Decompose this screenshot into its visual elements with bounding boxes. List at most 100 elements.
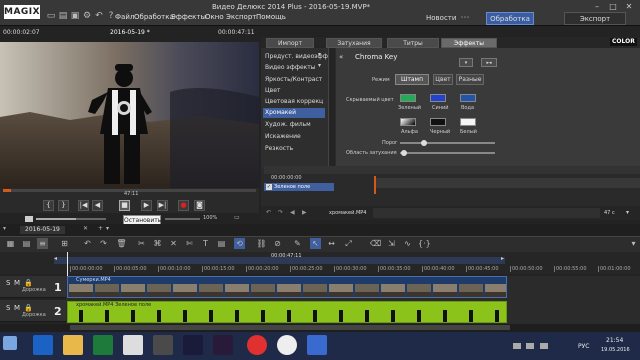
fx-item-film[interactable]: Худож. фильм — [265, 120, 311, 130]
edit-mode-button[interactable]: Обработка — [486, 12, 534, 25]
fx-list-scrollbar[interactable] — [329, 48, 335, 168]
paste-icon[interactable]: ⌘ — [152, 238, 163, 249]
split-icon[interactable]: ✄ — [184, 238, 195, 249]
mini-track-area[interactable] — [374, 178, 640, 188]
markers-icon[interactable]: ▤ — [216, 238, 227, 249]
lock-icon[interactable]: 🔒 — [24, 304, 33, 312]
go-end-button[interactable]: ▶| — [157, 200, 168, 211]
mode-color-button[interactable]: Цвет — [433, 74, 453, 85]
clip-next-icon[interactable]: ▶ — [302, 210, 307, 216]
fullscreen-button[interactable]: ◙ — [194, 200, 205, 211]
chevron-down-icon[interactable]: ▾ — [106, 226, 109, 232]
fx-item-color-correction[interactable]: Цветовая коррекц — [265, 97, 323, 107]
mark-out-button[interactable]: } — [58, 200, 69, 211]
volume-tray-icon[interactable] — [540, 343, 548, 349]
export-mode-button[interactable]: Экспорт — [564, 12, 626, 25]
water-swatch[interactable] — [460, 94, 476, 102]
menu-effects[interactable]: Эффекты — [171, 13, 206, 21]
mode-stamp-button[interactable]: Штамп — [395, 74, 429, 85]
close-tab-icon[interactable]: ✕ — [83, 226, 88, 232]
folder-icon[interactable] — [63, 335, 83, 355]
black-swatch[interactable] — [430, 118, 446, 126]
waveform-icon[interactable]: ∿ — [402, 238, 413, 249]
tabs-menu-icon[interactable]: ▾ — [3, 226, 6, 232]
zoom-slider[interactable] — [165, 218, 200, 220]
save-icon[interactable]: ▣ — [70, 11, 80, 21]
brackets-icon[interactable]: {·} — [418, 238, 431, 249]
undo-icon[interactable]: ↶ — [94, 11, 104, 21]
tab-transitions[interactable]: Затухания — [326, 38, 382, 48]
clip-2[interactable]: хромакей.MP4 Зеленое поле — [67, 301, 507, 323]
pen-icon[interactable]: ✎ — [292, 238, 303, 249]
tab-titles[interactable]: Титры — [387, 38, 439, 48]
video-preview[interactable] — [0, 42, 259, 188]
magix-taskbar-icon[interactable] — [307, 335, 327, 355]
fx-video-header[interactable]: Видео эффекты — [265, 63, 316, 73]
redo-arrow-icon[interactable]: ↷ — [278, 210, 283, 216]
tab-effects[interactable]: Эффекты — [441, 38, 497, 48]
threshold-slider[interactable] — [400, 142, 495, 144]
excel-icon[interactable] — [93, 335, 113, 355]
maximize-button[interactable]: □ — [606, 2, 620, 12]
timeline-scroll-thumb[interactable] — [70, 325, 510, 330]
range-icon[interactable]: ↔ — [326, 238, 337, 249]
chevron-down-icon[interactable]: ▾ — [626, 210, 629, 216]
new-file-icon[interactable]: ▭ — [46, 11, 56, 21]
go-start-button[interactable]: |◀ — [78, 200, 89, 211]
threshold-knob[interactable] — [421, 140, 427, 146]
clip-prev-icon[interactable]: ◀ — [290, 210, 295, 216]
unlink-icon[interactable]: ⊘ — [272, 238, 283, 249]
speaker-icon[interactable] — [25, 216, 33, 222]
fx-item-chromakey[interactable]: Хромакей — [263, 108, 325, 118]
opera-icon[interactable] — [247, 335, 267, 355]
mixer-icon[interactable]: ⊞ — [59, 238, 70, 249]
start-button[interactable] — [3, 336, 17, 350]
clip-1[interactable]: Сумерки.MP4 — [67, 276, 507, 298]
yandex-browser-icon[interactable] — [123, 335, 143, 355]
pointer-icon[interactable]: ↖ — [310, 238, 321, 249]
menu-edit[interactable]: Обработка — [134, 13, 174, 21]
white-swatch[interactable] — [460, 118, 476, 126]
menu-export[interactable]: Экспорт — [226, 13, 256, 21]
alpha-swatch[interactable] — [400, 118, 416, 126]
input-language[interactable]: РУС — [578, 344, 589, 350]
fade-knob[interactable] — [401, 150, 407, 156]
redo-toolbar-icon[interactable]: ↷ — [98, 238, 109, 249]
eraser-icon[interactable]: ⌫ — [370, 238, 381, 249]
text-icon[interactable]: T — [200, 238, 211, 249]
stop-button[interactable]: ■ — [119, 200, 130, 211]
tray-up-icon[interactable] — [513, 343, 521, 349]
blue-swatch[interactable] — [430, 94, 446, 102]
range-end-icon[interactable]: ▸ — [501, 256, 504, 262]
link-icon[interactable]: ⛓ — [256, 238, 267, 249]
play-button[interactable]: ▶ — [141, 200, 152, 211]
media-player-icon[interactable] — [153, 335, 173, 355]
undo-arrow-icon[interactable]: ↶ — [266, 210, 271, 216]
settings-icon[interactable]: ⚙ — [82, 11, 92, 21]
tab-import[interactable]: Импорт — [266, 38, 314, 48]
lock-icon[interactable]: 🔒 — [24, 279, 33, 287]
menu-file[interactable]: Файл — [115, 13, 134, 21]
rubber-band-icon[interactable]: ⤢ — [343, 238, 354, 249]
news-button[interactable]: Новости — [426, 12, 456, 25]
solo-button[interactable]: S — [6, 279, 10, 287]
record-button[interactable]: ● — [178, 200, 189, 211]
ie-icon[interactable] — [33, 335, 53, 355]
fx-item-color[interactable]: Цвет — [265, 86, 280, 96]
network-icon[interactable] — [526, 343, 534, 349]
fx-item-brightness[interactable]: Яркость/Контраст — [265, 75, 322, 85]
dots-icon[interactable]: ⋯ — [460, 13, 470, 23]
layout-icon[interactable]: ▭ — [234, 215, 240, 221]
mute-button[interactable]: M — [14, 279, 20, 287]
storyboard-icon[interactable]: ▦ — [5, 238, 16, 249]
solo-button[interactable]: S — [6, 304, 10, 312]
yandex-icon[interactable] — [277, 335, 297, 355]
undo-toolbar-icon[interactable]: ↶ — [82, 238, 93, 249]
prev-frame-button[interactable]: ◀ — [92, 200, 103, 211]
mute-button[interactable]: M — [14, 304, 20, 312]
clock-time[interactable]: 21:54 — [606, 338, 623, 344]
mark-in-button[interactable]: { — [43, 200, 54, 211]
project-tab[interactable]: 2016-05-19 — [20, 226, 65, 234]
fade-slider[interactable] — [400, 152, 495, 154]
fx-item-sharpness[interactable]: Резкость — [265, 144, 293, 154]
